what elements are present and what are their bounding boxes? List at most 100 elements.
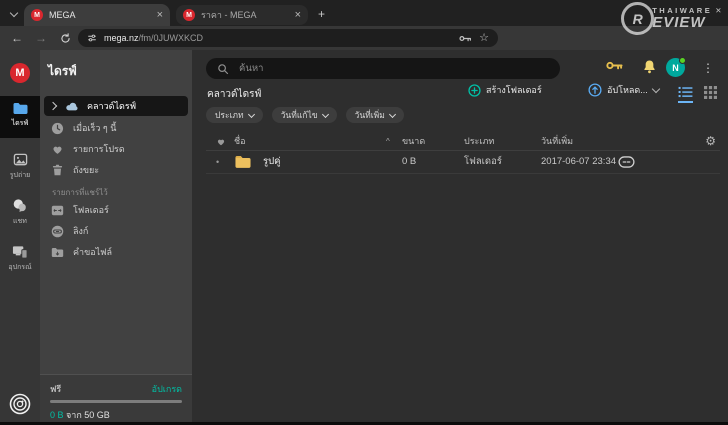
table-row[interactable]: • รูปคู่ 0 B โฟลเดอร์ 2017-06-07 23:34 [206,150,720,174]
filter-date-added[interactable]: วันที่เพิ่ม [346,107,404,123]
sidebar-item-file-requests[interactable]: คำขอไฟล์ [44,242,188,262]
favourite-dot[interactable]: • [216,150,219,173]
grid-view-button[interactable] [704,86,717,99]
avatar-initial: N [672,63,679,73]
folder-icon [12,102,29,115]
column-date-added[interactable]: วันที่เพิ่ม [541,132,573,150]
account-avatar[interactable]: N [666,58,685,77]
screenshot-root: M MEGA × M ราคา - MEGA × + ← → mega.nz/f… [0,0,728,425]
tab-mega-pricing[interactable]: M ราคา - MEGA × [176,5,308,25]
rail-item-drive[interactable]: ไดรฟ์ [0,96,40,138]
column-size[interactable]: ขนาด [402,132,425,150]
chevron-down-icon [389,110,396,117]
sidebar-item-links[interactable]: ลิงก์ [44,221,188,241]
sidebar-title: ไดรฟ์ [48,62,77,81]
notifications-button[interactable] [642,59,657,75]
create-folder-button[interactable]: สร้างโฟลเดอร์ [468,83,542,97]
close-tab-icon[interactable]: × [157,10,163,21]
close-tab-icon[interactable]: × [295,10,301,21]
filter-label: ประเภท [215,108,244,122]
sidebar-item-label: คลาวด์ไดรฟ์ [87,99,136,113]
chevron-down-icon [10,9,18,17]
filter-label: วันที่เพิ่ม [355,108,385,122]
list-view-icon [678,86,693,98]
row-size: 0 B [402,150,416,173]
tab-title: MEGA [49,10,151,20]
reload-button[interactable] [56,29,74,47]
column-type[interactable]: ประเภท [464,132,494,150]
url-domain: mega.nz [104,33,139,43]
grid-view-icon [704,86,717,99]
storage-progress-bar [50,400,182,403]
site-settings-icon[interactable] [87,33,97,43]
filter-label: วันที่แก้ไข [281,108,318,122]
link-icon [50,225,65,238]
tab-title: ราคา - MEGA [201,8,289,22]
sidebar-item-rubbish-bin[interactable]: ถังขยะ [44,160,188,180]
table-header: ชื่อ ^ ขนาด ประเภท วันที่เพิ่ม ⚙ [206,132,720,151]
back-button[interactable]: ← [8,29,26,47]
sort-ascending-icon[interactable]: ^ [386,132,390,150]
list-view-button[interactable] [678,86,693,103]
rail-label: อุปกรณ์ [8,262,31,273]
app-rail: M ไดรฟ์ รูปถ่าย แชท อุปกรณ์ [0,50,40,425]
plan-tier-label: ฟรี [50,382,61,396]
mega-favicon: M [183,9,195,21]
reload-icon [60,33,71,44]
mega-logo[interactable]: M [10,63,30,83]
row-date-added: 2017-06-07 23:34 [541,150,616,173]
tab-mega-active[interactable]: M MEGA × [24,4,170,26]
online-status-dot [679,57,686,64]
filter-date-modified[interactable]: วันที่แก้ไข [272,107,337,123]
mega-favicon: M [31,9,43,21]
trash-icon [50,164,65,176]
app-sidebar: ไดรฟ์ คลาวด์ไดรฟ์ เมื่อเร็ว ๆ นี้ รายการ… [40,50,192,425]
sidebar-item-shared-folders[interactable]: โฟลเดอร์ [44,200,188,220]
new-tab-button[interactable]: + [314,6,329,21]
heart-icon [50,143,65,155]
sidebar-item-label: ลิงก์ [73,224,88,238]
column-name[interactable]: ชื่อ [234,132,246,150]
folder-icon [234,155,252,169]
rail-item-chat[interactable]: แชท [0,192,40,232]
url-path: /fm/0JUWXKCD [139,33,204,43]
bookmark-star-icon[interactable]: ☆ [479,33,489,44]
url-text: mega.nz/fm/0JUWXKCD [104,33,452,43]
key-icon [606,59,623,72]
column-settings-gear-icon[interactable]: ⚙ [705,132,716,150]
rail-item-devices[interactable]: อุปกรณ์ [0,238,40,278]
browser-tab-strip: M MEGA × M ราคา - MEGA × + [0,0,728,26]
app-menu-button[interactable]: ⋮ [702,58,714,77]
storage-used: 0 B [50,410,64,420]
sidebar-item-label: ถังขยะ [73,163,99,177]
rewards-spinner-icon[interactable] [9,393,31,415]
sidebar-item-favourites[interactable]: รายการโปรด [44,139,188,159]
photos-icon [13,152,28,167]
cloud-icon [64,101,79,111]
sidebar-item-cloud-drive[interactable]: คลาวด์ไดรฟ์ [44,96,188,116]
row-file-name[interactable]: รูปคู่ [263,154,281,169]
address-bar[interactable]: mega.nz/fm/0JUWXKCD ☆ [78,29,498,47]
password-key-icon[interactable] [459,33,472,44]
file-request-folder-icon [50,247,65,258]
sidebar-item-recents[interactable]: เมื่อเร็ว ๆ นี้ [44,118,188,138]
recovery-key-button[interactable] [606,59,623,72]
filter-type[interactable]: ประเภท [206,107,263,123]
create-folder-label: สร้างโฟลเดอร์ [486,83,542,97]
rail-label: แชท [13,216,27,227]
upload-button[interactable]: อัปโหลด... [588,83,659,97]
rail-item-photos[interactable]: รูปถ่าย [0,146,40,186]
storage-usage-text: 0 B จาก 50 GB [50,408,110,422]
clock-icon [50,122,65,135]
chevron-right-icon[interactable] [49,102,57,110]
search-bar[interactable] [206,58,560,79]
upgrade-link[interactable]: อัปเกรด [152,382,182,396]
sidebar-item-label: เมื่อเร็ว ๆ นี้ [73,121,116,135]
forward-button[interactable]: → [32,29,50,47]
rail-label: รูปถ่าย [10,170,30,181]
favourite-column-heart-icon[interactable] [216,132,226,150]
search-input[interactable] [237,62,501,75]
public-link-icon[interactable] [618,150,635,173]
breadcrumb[interactable]: คลาวด์ไดรฟ์ [207,87,262,102]
tab-search-button[interactable] [6,7,22,21]
